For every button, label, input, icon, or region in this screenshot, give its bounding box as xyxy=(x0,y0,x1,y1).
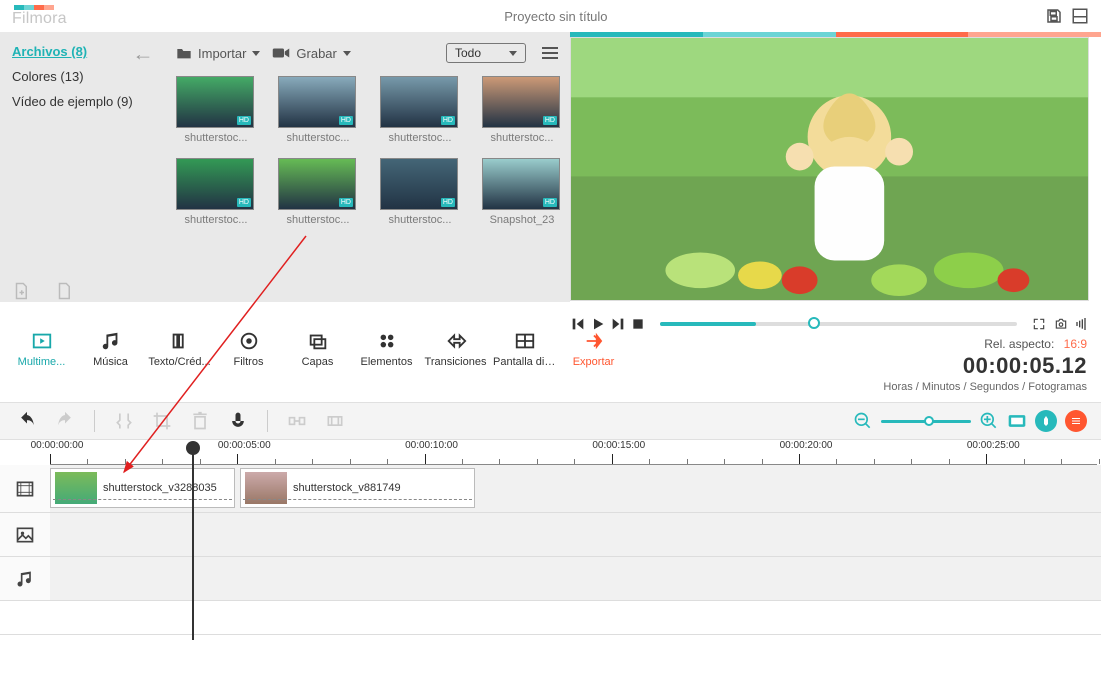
fit-icon[interactable] xyxy=(1007,411,1027,431)
media-thumb[interactable]: HDshutterstoc... xyxy=(278,76,358,144)
video-track[interactable]: shutterstock_v3288035shutterstock_v88174… xyxy=(0,465,1101,513)
sidebar-item-sample[interactable]: Vídeo de ejemplo (9) xyxy=(12,94,150,109)
app-logo: Filmora xyxy=(12,5,67,28)
filter-select[interactable]: Todo xyxy=(446,43,526,63)
zoom-knob[interactable] xyxy=(924,416,934,426)
image-icon xyxy=(15,525,35,545)
redo-button xyxy=(52,408,78,434)
timeline-clip[interactable]: shutterstock_v3288035 xyxy=(50,468,235,508)
tab-pantalla-divi-[interactable]: Pantalla divi... xyxy=(493,330,556,368)
zoom-in-icon[interactable] xyxy=(979,411,999,431)
app-header: Filmora Proyecto sin título xyxy=(0,0,1101,32)
media-thumb[interactable]: HDshutterstoc... xyxy=(380,158,460,226)
save-icon[interactable] xyxy=(1045,7,1063,25)
import-button[interactable]: Importar xyxy=(176,46,260,61)
crop-icon xyxy=(149,408,175,434)
collapse-icon[interactable]: ← xyxy=(132,44,154,65)
zoom-out-icon[interactable] xyxy=(853,411,873,431)
video-preview[interactable] xyxy=(570,37,1089,301)
media-thumb[interactable]: HDshutterstoc... xyxy=(176,76,256,144)
aspect-ratio: Rel. aspecto: 16:9 xyxy=(883,337,1087,351)
sidebar-item-colors[interactable]: Colores (13) xyxy=(12,69,150,84)
folder-icon xyxy=(176,46,192,60)
tab-texto-cr-d-[interactable]: Texto/Créd... xyxy=(148,330,211,368)
camera-icon xyxy=(272,47,290,59)
tab-multime-[interactable]: Multime... xyxy=(10,330,73,368)
tab-exportar[interactable]: Exportar xyxy=(562,330,625,368)
delete-icon xyxy=(187,408,213,434)
project-title: Proyecto sin título xyxy=(504,9,607,24)
tool1-icon xyxy=(284,408,310,434)
tab-filtros[interactable]: Filtros xyxy=(217,330,280,368)
record-button[interactable]: Grabar xyxy=(272,46,350,61)
media-thumb[interactable]: HDshutterstoc... xyxy=(482,76,562,144)
timeline-clip[interactable]: shutterstock_v881749 xyxy=(240,468,475,508)
media-thumb[interactable]: HDshutterstoc... xyxy=(278,158,358,226)
tab-transiciones[interactable]: Transiciones xyxy=(424,330,487,368)
timeline-tracks: shutterstock_v3288035shutterstock_v88174… xyxy=(0,465,1101,635)
logo-text: Filmora xyxy=(12,10,67,28)
timeline-ruler[interactable]: 00:00:00:0000:00:05:0000:00:10:0000:00:1… xyxy=(50,443,1097,465)
tool2-icon xyxy=(322,408,348,434)
tab-capas[interactable]: Capas xyxy=(286,330,349,368)
playhead[interactable] xyxy=(192,443,194,640)
media-sidebar: ← Archivos (8) Colores (13) Vídeo de eje… xyxy=(0,32,162,302)
filmstrip-icon xyxy=(15,479,35,499)
category-row: Multime...MúsicaTexto/Créd...FiltrosCapa… xyxy=(0,327,1101,389)
timecode-display: 00:00:05.12 xyxy=(883,353,1087,379)
file-icon[interactable] xyxy=(55,280,73,302)
voiceover-icon[interactable] xyxy=(225,408,251,434)
audio-track[interactable] xyxy=(0,557,1101,601)
new-file-icon[interactable] xyxy=(12,280,30,302)
layout-icon[interactable] xyxy=(1071,7,1089,25)
undo-button[interactable] xyxy=(14,408,40,434)
media-thumb[interactable]: HDSnapshot_23 xyxy=(482,158,562,226)
image-track[interactable] xyxy=(0,513,1101,557)
tab-elementos[interactable]: Elementos xyxy=(355,330,418,368)
music-note-icon xyxy=(15,569,35,589)
tab-m-sica[interactable]: Música xyxy=(79,330,142,368)
spacer-track xyxy=(0,601,1101,635)
timeline-toolbar xyxy=(0,402,1101,440)
marker-menu-button[interactable] xyxy=(1065,410,1087,432)
split-icon xyxy=(111,408,137,434)
marker-add-button[interactable] xyxy=(1035,410,1057,432)
media-library: Importar Grabar Todo HDshutterstoc... HDs… xyxy=(162,32,570,302)
seek-slider[interactable] xyxy=(660,322,1017,326)
timecode-sub: Horas / Minutos / Segundos / Fotogramas xyxy=(883,381,1087,393)
media-thumb[interactable]: HDshutterstoc... xyxy=(380,76,460,144)
preview-panel xyxy=(570,37,1101,302)
media-thumb[interactable]: HDshutterstoc... xyxy=(176,158,256,226)
zoom-slider[interactable] xyxy=(881,420,971,423)
view-mode-icon[interactable] xyxy=(538,43,562,63)
sidebar-item-files[interactable]: Archivos (8) xyxy=(12,44,150,59)
